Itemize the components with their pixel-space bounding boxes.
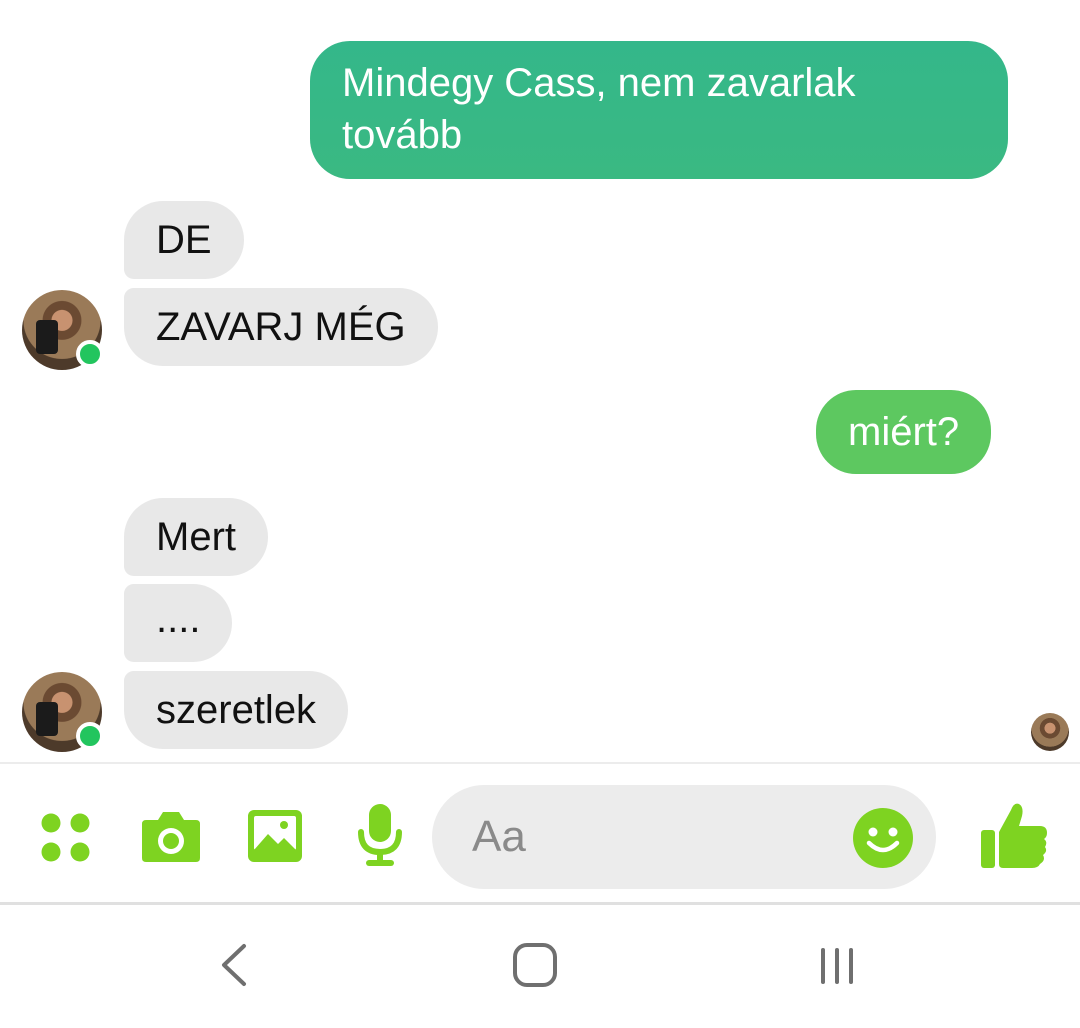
received-message[interactable]: DE [124,201,244,279]
navigation-bar-divider [0,902,1080,905]
message-input-placeholder: Aa [472,812,526,861]
message-input[interactable]: Aa [432,785,936,889]
camera-icon[interactable] [140,808,202,864]
recent-apps-icon[interactable] [812,944,862,988]
home-icon[interactable] [510,940,560,990]
chat-screen: Mindegy Cass, nem zavarlak tovább DE ZAV… [0,0,1080,1028]
thumbs-up-icon[interactable] [978,798,1050,870]
received-message[interactable]: szeretlek [124,671,349,749]
back-icon[interactable] [212,940,256,990]
apps-icon[interactable] [40,812,92,864]
avatar-phone-detail [36,702,58,736]
received-message[interactable]: .... [124,584,233,662]
avatar-phone-detail [36,320,58,354]
composer-divider [0,762,1080,764]
sent-message[interactable]: miért? [816,390,992,474]
microphone-icon[interactable] [354,802,406,868]
online-status-dot [76,340,104,368]
received-message[interactable]: ZAVARJ MÉG [124,288,438,366]
sent-message[interactable]: Mindegy Cass, nem zavarlak tovább [310,41,1008,179]
online-status-dot [76,722,104,750]
seen-receipt-avatar [1031,713,1069,751]
contact-avatar[interactable] [22,290,104,370]
image-icon[interactable] [246,808,304,864]
received-message[interactable]: Mert [124,498,268,576]
received-message-text: .... [156,597,201,641]
emoji-icon[interactable] [852,807,914,869]
contact-avatar[interactable] [22,672,104,752]
